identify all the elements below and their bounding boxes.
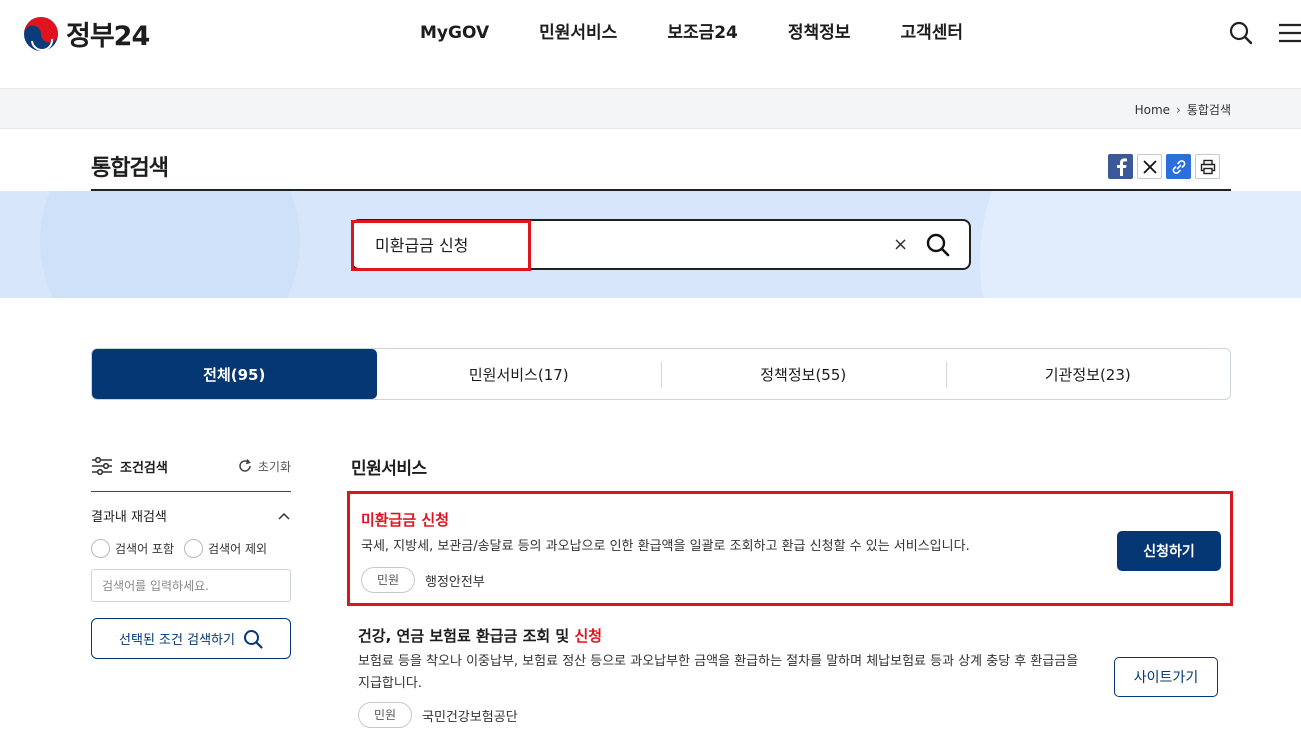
search-hero: × <box>0 191 1301 298</box>
printer-icon <box>1200 159 1215 174</box>
result-description: 보험료 등을 착오나 이중납부, 보험료 정산 등으로 과오납부한 금액을 환급… <box>358 654 1079 691</box>
visit-site-button[interactable]: 사이트가기 <box>1114 657 1218 697</box>
logo[interactable]: 정부24 <box>22 14 150 53</box>
logo-text: 정부24 <box>66 21 150 52</box>
tab-all[interactable]: 전체(95) <box>92 349 377 399</box>
refine-title: 결과내 재검색 <box>91 510 167 525</box>
refine-options: 검색어 포함 검색어 제외 <box>91 539 291 558</box>
x-icon <box>1142 159 1157 174</box>
result-title[interactable]: 미환급금 신청 <box>361 509 449 530</box>
search-highlight-box <box>351 220 531 271</box>
search-icon <box>243 629 263 649</box>
refresh-icon <box>239 459 251 472</box>
menu-icon[interactable] <box>1276 20 1301 46</box>
nav-customer-center[interactable]: 고객센터 <box>875 20 988 46</box>
link-icon <box>1172 159 1185 174</box>
chevron-up-icon <box>278 512 290 520</box>
print-button[interactable] <box>1195 154 1220 179</box>
category-chip: 민원 <box>358 702 412 728</box>
results-section-title: 민원서비스 <box>351 459 427 479</box>
radio-include[interactable]: 검색어 포함 <box>91 539 174 558</box>
tab-policy-info[interactable]: 정책정보(55) <box>661 349 946 399</box>
nav-policy-info[interactable]: 정책정보 <box>763 20 876 46</box>
condition-search-button[interactable]: 선택된 조건 검색하기 <box>91 618 291 659</box>
facebook-icon <box>1116 157 1127 176</box>
site-header: 정부24 MyGOV 민원서비스 보조금24 정책정보 고객센터 <box>0 0 1301 88</box>
radio-exclude[interactable]: 검색어 제외 <box>184 539 267 558</box>
page-title: 통합검색 <box>91 156 169 181</box>
result-tabs: 전체(95) 민원서비스(17) 정책정보(55) 기관정보(23) <box>91 348 1231 400</box>
condition-filter: 조건검색 초기화 결과내 재검색 검색어 포함 검색어 제외 선택된 조건 검색… <box>91 452 291 659</box>
copy-link-button[interactable] <box>1166 154 1191 179</box>
result-title[interactable]: 건강, 연금 보험료 환급금 조회 및 신청 <box>358 625 602 646</box>
category-chip: 민원 <box>361 567 415 593</box>
search-submit-icon[interactable] <box>925 232 951 258</box>
sliders-icon <box>92 456 112 476</box>
share-tools <box>1108 154 1220 179</box>
main-nav: MyGOV 민원서비스 보조금24 정책정보 고객센터 <box>395 20 988 46</box>
chevron-right-icon: › <box>1176 102 1181 117</box>
refine-toggle[interactable]: 결과내 재검색 <box>91 506 291 525</box>
breadcrumb-current: 통합검색 <box>1186 103 1231 117</box>
result-description: 국세, 지방세, 보관금/송달료 등의 과오납으로 인한 환급액을 일괄로 조회… <box>361 539 970 554</box>
reset-button[interactable]: 초기화 <box>237 458 291 475</box>
result-item: 미환급금 신청 국세, 지방세, 보관금/송달료 등의 과오납으로 인한 환급액… <box>347 491 1233 606</box>
tab-agency-info[interactable]: 기관정보(23) <box>945 349 1231 399</box>
breadcrumb-home[interactable]: Home <box>1135 103 1170 117</box>
nav-subsidy24[interactable]: 보조금24 <box>642 20 763 46</box>
filter-title: 조건검색 <box>120 460 168 476</box>
breadcrumb: Home › 통합검색 <box>1135 101 1231 118</box>
nav-civil-service[interactable]: 민원서비스 <box>514 20 642 46</box>
tab-civil-service[interactable]: 민원서비스(17) <box>377 349 662 399</box>
result-item: 건강, 연금 보험료 환급금 조회 및 신청 보험료 등을 착오나 이중납부, … <box>347 616 1233 737</box>
taegeuk-logo-icon <box>24 16 58 51</box>
x-share-button[interactable] <box>1137 154 1162 179</box>
facebook-share-button[interactable] <box>1108 154 1133 179</box>
breadcrumb-band: Home › 통합검색 <box>0 88 1301 129</box>
result-agency: 국민건강보험공단 <box>422 709 518 725</box>
refine-input[interactable] <box>91 569 291 602</box>
search-icon[interactable] <box>1228 20 1254 46</box>
apply-button[interactable]: 신청하기 <box>1117 531 1221 571</box>
nav-mygov[interactable]: MyGOV <box>395 20 514 46</box>
clear-search-button[interactable]: × <box>893 234 908 255</box>
result-agency: 행정안전부 <box>425 574 485 590</box>
